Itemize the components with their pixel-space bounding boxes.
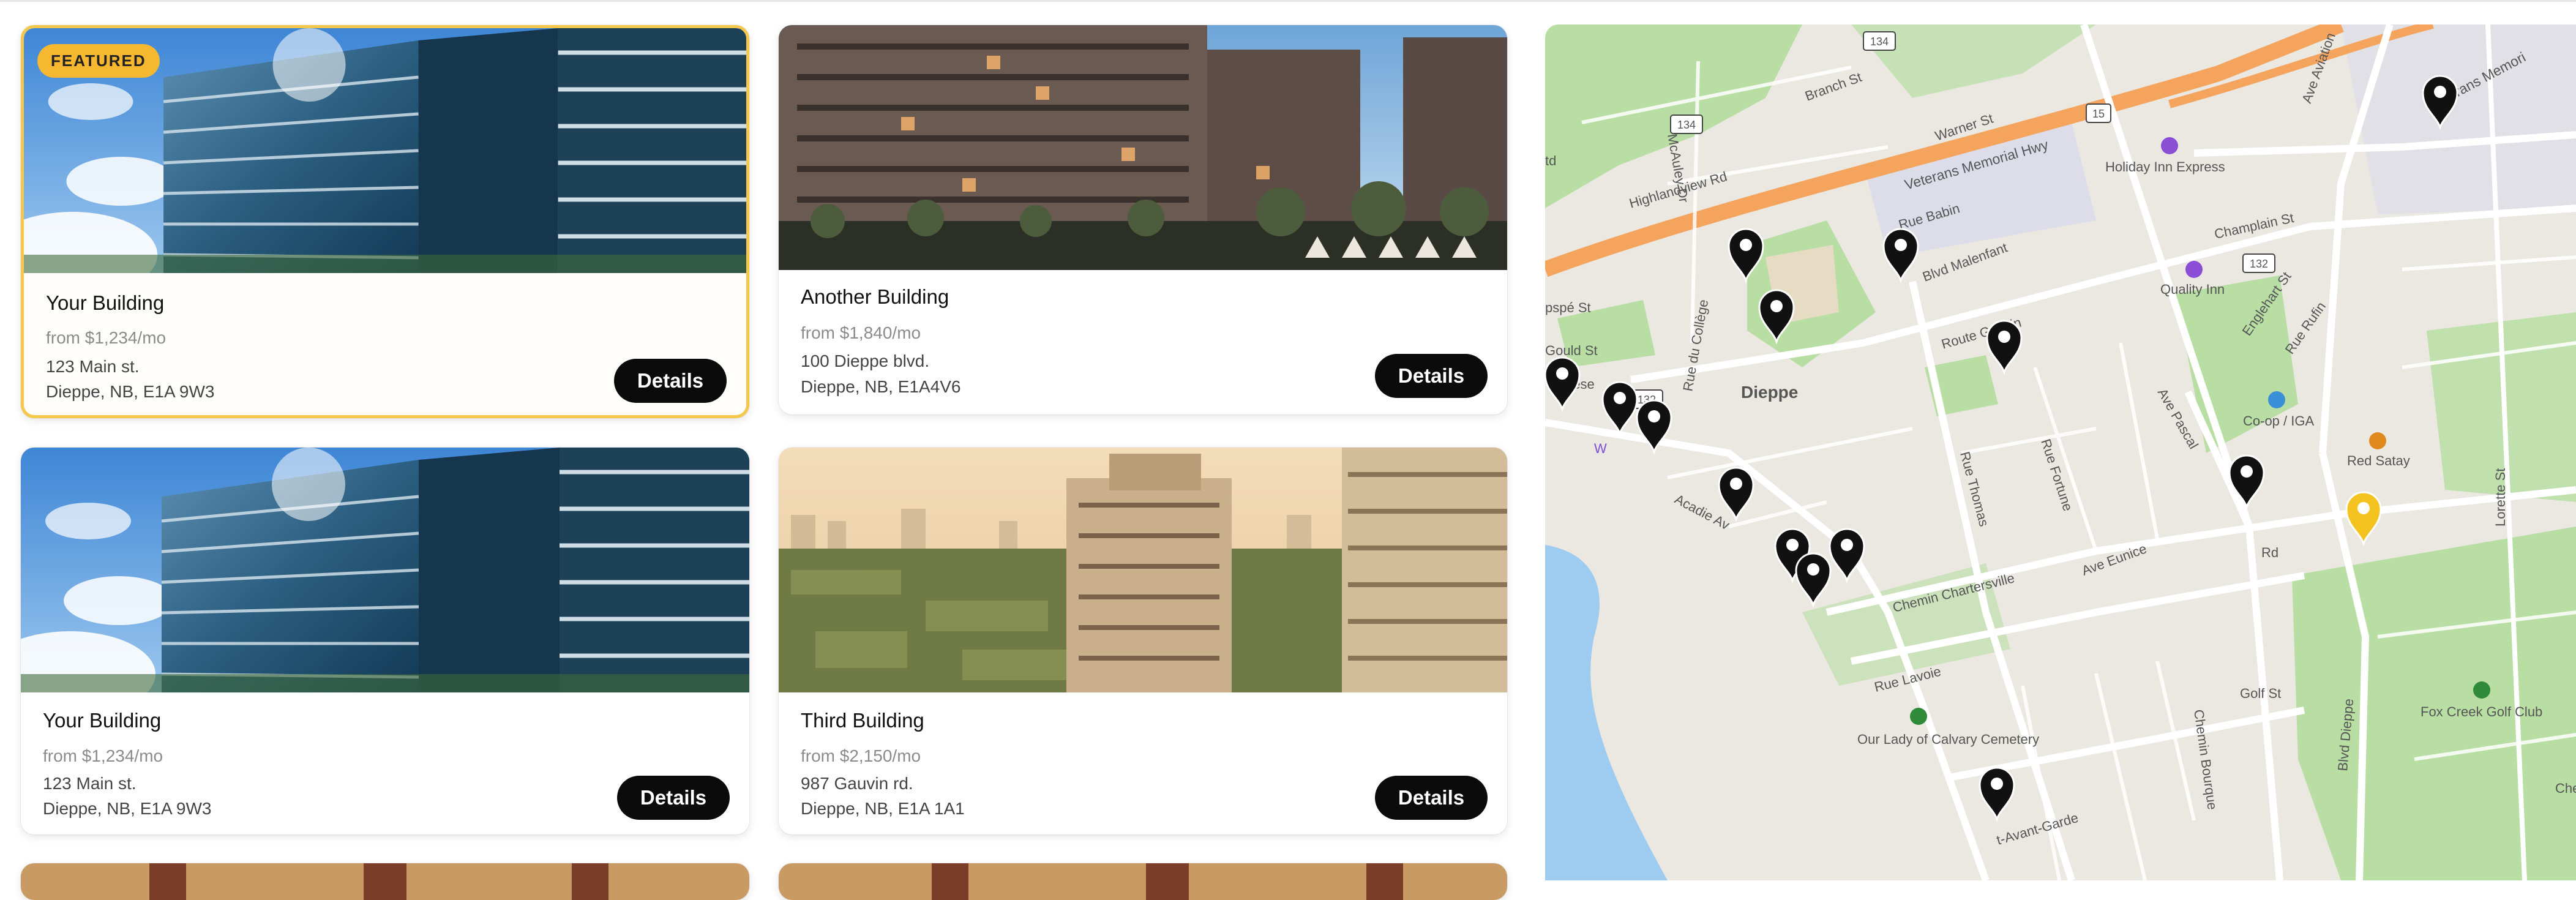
listing-name: Your Building (43, 709, 162, 732)
building-photo-dusk (779, 25, 1507, 270)
listing-address-line1: 987 Gauvin rd. (801, 774, 913, 793)
svg-text:W: W (1594, 441, 1607, 456)
listing-price: from $1,234/mo (43, 746, 163, 765)
svg-text:Che: Che (2555, 781, 2576, 796)
svg-text:134: 134 (1870, 36, 1889, 48)
listing-price: from $1,840/mo (801, 323, 921, 342)
svg-text:Fox Creek Golf Club: Fox Creek Golf Club (2421, 704, 2542, 719)
svg-text:Rd: Rd (2261, 545, 2278, 560)
building-photo-brick (21, 863, 749, 900)
listing-card-featured[interactable]: FEATURED Your Building from $1,234/mo 12… (21, 25, 749, 418)
listing-address-line2: Dieppe, NB, E1A 9W3 (46, 382, 215, 401)
featured-badge: FEATURED (37, 44, 160, 78)
svg-text:Quality Inn: Quality Inn (2160, 282, 2225, 297)
map-view[interactable]: 134 134 15 132 132 Branch St Warner St V… (1545, 24, 2576, 880)
listing-address-line1: 100 Dieppe blvd. (801, 351, 930, 370)
svg-text:Gould St: Gould St (1545, 343, 1598, 358)
svg-text:15: 15 (2092, 108, 2105, 120)
details-button[interactable]: Details (1375, 354, 1488, 398)
listing-card-partial[interactable] (21, 863, 749, 900)
listing-name: Another Building (801, 285, 949, 308)
listing-name: Third Building (801, 709, 924, 732)
map-canvas[interactable]: 134 134 15 132 132 Branch St Warner St V… (1545, 24, 2576, 880)
listing-photo[interactable] (779, 448, 1507, 692)
listing-address-line2: Dieppe, NB, E1A4V6 (801, 377, 961, 396)
svg-text:td: td (1545, 153, 1556, 168)
svg-text:Red Satay: Red Satay (2347, 453, 2410, 468)
listing-price: from $1,234/mo (46, 328, 167, 347)
svg-text:132: 132 (2250, 258, 2268, 270)
details-button[interactable]: Details (1375, 776, 1488, 820)
svg-text:Holiday Inn Express: Holiday Inn Express (2105, 159, 2225, 174)
city-label: Dieppe (1741, 383, 1798, 402)
svg-text:Co-op / IGA: Co-op / IGA (2243, 413, 2314, 429)
building-photo-glass (21, 448, 749, 692)
details-button[interactable]: Details (614, 359, 727, 403)
listing-card[interactable]: Another Building from $1,840/mo 100 Diep… (779, 25, 1507, 414)
listing-name: Your Building (46, 291, 165, 314)
listing-photo[interactable] (779, 25, 1507, 270)
listing-card[interactable]: Your Building from $1,234/mo 123 Main st… (21, 448, 749, 834)
svg-text:Golf St: Golf St (2240, 686, 2281, 701)
listing-price: from $2,150/mo (801, 746, 921, 765)
svg-text:Our Lady of Calvary Cemetery: Our Lady of Calvary Cemetery (1857, 732, 2039, 747)
listing-photo[interactable] (21, 448, 749, 692)
listing-photo[interactable]: FEATURED (24, 28, 746, 273)
building-photo-brick (779, 863, 1507, 900)
listing-card-partial[interactable] (779, 863, 1507, 900)
top-divider (0, 0, 2576, 2)
listing-address-line2: Dieppe, NB, E1A 9W3 (43, 799, 212, 818)
svg-text:134: 134 (1677, 119, 1696, 131)
svg-text:Lorette St: Lorette St (2493, 468, 2508, 527)
listing-address-line1: 123 Main st. (43, 774, 137, 793)
building-photo-aerial (779, 448, 1507, 692)
listing-address-line2: Dieppe, NB, E1A 1A1 (801, 799, 965, 818)
listing-card[interactable]: Third Building from $2,150/mo 987 Gauvin… (779, 448, 1507, 834)
svg-text:pspé St: pspé St (1545, 300, 1591, 315)
listing-address-line1: 123 Main st. (46, 357, 140, 376)
details-button[interactable]: Details (617, 776, 730, 820)
